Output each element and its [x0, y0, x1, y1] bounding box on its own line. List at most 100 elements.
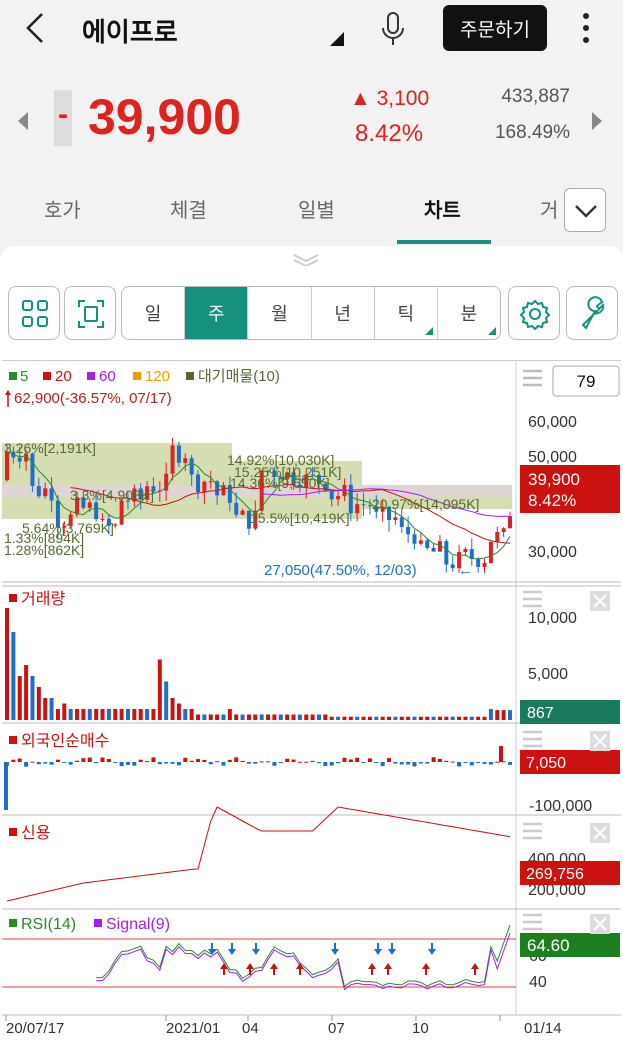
volume-tag-value: 867: [527, 705, 554, 722]
volume-bar: [316, 714, 321, 720]
foreign-bar: [304, 761, 309, 763]
supply-label: 20.97%[14,095K]: [372, 496, 479, 512]
high-note: 62,900(-36.57%, 07/17): [14, 390, 172, 407]
volume-bar: [469, 716, 474, 720]
stock-name[interactable]: 에이프로: [82, 12, 178, 49]
candle: [43, 488, 48, 497]
tab-hoga[interactable]: 호가: [44, 194, 81, 223]
foreign-bar: [488, 762, 493, 765]
volume-bar: [11, 632, 16, 720]
foreign-bar: [68, 762, 73, 765]
tab-more[interactable]: 거: [540, 194, 558, 223]
period-minute[interactable]: 분: [438, 287, 500, 339]
volume-title: 거래량: [21, 590, 65, 608]
volume-bar: [488, 709, 493, 720]
candle: [495, 532, 500, 542]
foreign-bar: [246, 762, 251, 764]
price-change-pct: 8.42%: [355, 120, 424, 147]
volume-bar: [227, 709, 232, 720]
foreign-bar: [425, 762, 430, 764]
volume-bar: [297, 714, 302, 720]
chart-settings-button[interactable]: [508, 286, 560, 340]
chevron-left-icon[interactable]: [16, 110, 30, 132]
period-week[interactable]: 주: [185, 287, 249, 339]
volume-bar: [215, 714, 220, 720]
candle: [508, 516, 512, 529]
foreign-bar: [291, 759, 296, 762]
candle: [170, 445, 175, 474]
period-minute-label: 분: [460, 304, 478, 325]
price-axis-label: 60,000: [528, 414, 577, 431]
wrench-icon: [581, 296, 605, 330]
period-day[interactable]: 일: [122, 287, 186, 339]
volume-bar: [425, 716, 430, 720]
volume-bar: [208, 714, 213, 720]
period-tick[interactable]: 틱: [375, 287, 438, 339]
chart-tools-button[interactable]: [566, 286, 618, 340]
foreign-bar: [406, 762, 411, 765]
volume-bar: [100, 709, 105, 720]
foreign-bar: [329, 762, 334, 766]
foreign-bar: [450, 761, 455, 763]
foreign-bar: [476, 762, 481, 763]
supply-label: 15.5%[10,419K]: [250, 510, 350, 526]
volume-bar: [196, 714, 201, 720]
foreign-bar: [310, 760, 315, 762]
rsi-title: RSI(14): [21, 916, 76, 933]
foreign-bar: [208, 762, 213, 765]
candle: [87, 502, 92, 508]
period-year[interactable]: 년: [312, 287, 375, 339]
tab-trades[interactable]: 체결: [170, 194, 207, 223]
volume-bar: [30, 676, 35, 720]
candle: [17, 457, 22, 462]
candle: [488, 541, 493, 563]
period-month[interactable]: 월: [248, 287, 312, 339]
foreign-bar: [412, 762, 417, 767]
candle: [329, 490, 334, 500]
triangle-icon[interactable]: [328, 30, 344, 46]
chart-canvas[interactable]: 5 20 60 120 대기매물(10) 79 62,900(-36.57%, …: [2, 361, 621, 1043]
foreign-bar: [285, 758, 290, 762]
volume-bar: [157, 659, 162, 720]
foreign-bar: [202, 759, 207, 762]
tab-chart[interactable]: 차트: [424, 194, 461, 223]
mic-icon[interactable]: [378, 10, 408, 48]
volume-bar: [259, 714, 264, 720]
layout-grid-button[interactable]: [8, 286, 60, 340]
candle: [418, 540, 423, 544]
tab-expand-button[interactable]: [564, 188, 606, 232]
foreign-bar: [463, 762, 468, 763]
stock-chart[interactable]: 5 20 60 120 대기매물(10) 79 62,900(-36.57%, …: [2, 360, 621, 1043]
candle: [196, 474, 201, 493]
fullscreen-button[interactable]: [64, 286, 116, 340]
more-vertical-icon[interactable]: [576, 10, 596, 46]
candle: [234, 502, 239, 515]
order-button[interactable]: 주문하기: [443, 5, 547, 51]
volume-bar: [5, 608, 9, 720]
volume-bar: [17, 676, 22, 720]
x-axis-label: 10: [412, 1020, 429, 1037]
chevron-right-icon[interactable]: [590, 110, 604, 132]
foreign-bar: [240, 760, 245, 762]
foreign-bar: [367, 758, 372, 762]
back-arrow-icon[interactable]: [18, 8, 54, 48]
volume-bar: [304, 714, 309, 720]
foreign-bar: [355, 757, 360, 762]
foreign-bar: [342, 757, 347, 762]
legend-supply: 대기매물(10): [198, 368, 280, 385]
candle: [412, 534, 417, 544]
candle: [36, 486, 41, 497]
foreign-bar: [215, 761, 220, 763]
candle: [431, 547, 436, 552]
menu-lines-icon[interactable]: [523, 369, 542, 387]
foreign-bar: [297, 761, 302, 763]
volume-bar: [36, 687, 41, 720]
volume-bar: [482, 716, 487, 720]
foreign-bar: [227, 759, 232, 762]
volume-bar: [348, 716, 353, 720]
x-axis-label: 20/07/17: [6, 1020, 64, 1037]
tab-daily[interactable]: 일별: [298, 194, 335, 223]
volume-bar: [278, 714, 283, 720]
drag-handle-icon[interactable]: [291, 252, 321, 266]
foreign-bar: [125, 762, 130, 765]
